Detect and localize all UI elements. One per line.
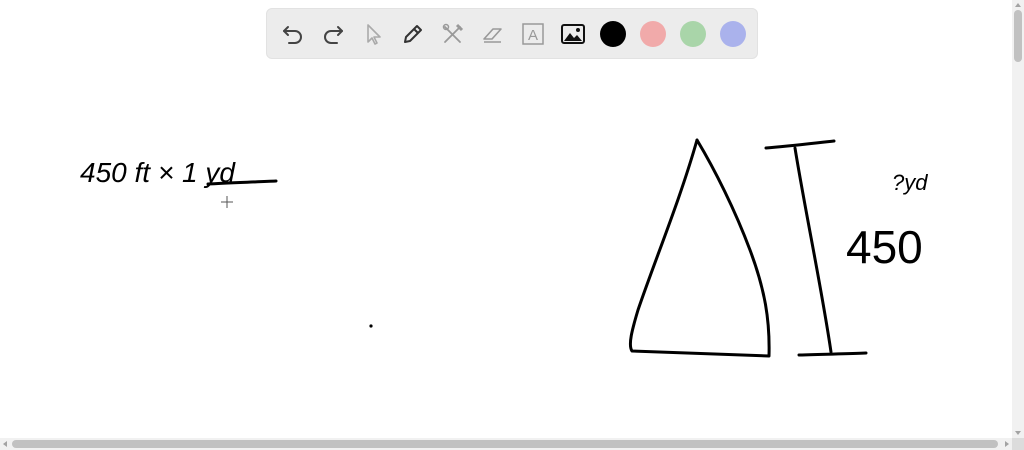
select-icon[interactable] <box>360 21 386 47</box>
horizontal-scrollbar[interactable] <box>0 438 1012 450</box>
crosshair-cursor <box>221 196 233 208</box>
horizontal-scroll-thumb[interactable] <box>12 440 998 448</box>
triangle-drawing <box>628 138 771 358</box>
right-note-value: 450 <box>846 221 923 273</box>
color-green-swatch[interactable] <box>680 21 706 47</box>
vertical-scroll-thumb[interactable] <box>1014 10 1022 62</box>
color-black-swatch[interactable] <box>600 21 626 47</box>
tools-icon[interactable] <box>440 21 466 47</box>
pen-icon[interactable] <box>400 21 426 47</box>
undo-icon[interactable] <box>280 21 306 47</box>
eraser-icon[interactable] <box>480 21 506 47</box>
drawing-toolbar: A <box>266 8 758 59</box>
scroll-right-arrow-icon[interactable] <box>1005 441 1009 447</box>
text-icon[interactable]: A <box>520 21 546 47</box>
color-pink-swatch[interactable] <box>640 21 666 47</box>
scroll-down-arrow-icon[interactable] <box>1015 431 1021 435</box>
image-icon[interactable] <box>560 21 586 47</box>
scrollbar-corner <box>1012 438 1024 450</box>
drawing-canvas[interactable]: 450 ft × 1 yd ?yd 450 <box>0 62 1012 438</box>
scroll-left-arrow-icon[interactable] <box>3 441 7 447</box>
redo-icon[interactable] <box>320 21 346 47</box>
ink-dot <box>369 324 373 328</box>
handwriting-left-note: 450 ft × 1 yd <box>80 157 278 188</box>
scroll-up-arrow-icon[interactable] <box>1015 3 1021 7</box>
text-icon-label: A <box>528 27 538 44</box>
right-note-top: ?yd <box>892 170 928 195</box>
color-blue-swatch[interactable] <box>720 21 746 47</box>
vertical-scrollbar[interactable] <box>1012 0 1024 438</box>
